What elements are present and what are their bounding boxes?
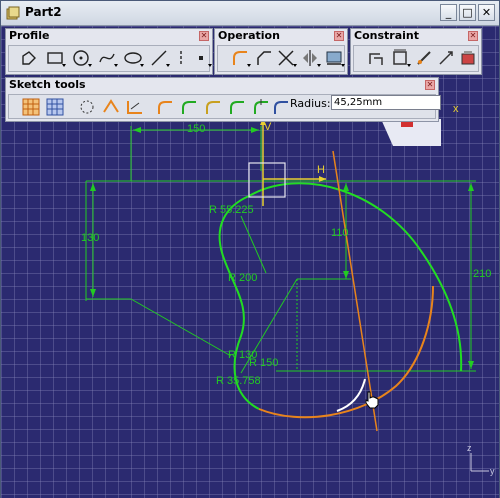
dimensional-constraints-icon bbox=[127, 101, 142, 114]
toolbar-close-button[interactable]: ✕ bbox=[334, 31, 344, 41]
corner-tool[interactable] bbox=[230, 48, 251, 68]
ellipse-tool[interactable] bbox=[123, 48, 144, 68]
constraint-tool[interactable] bbox=[390, 48, 411, 68]
animate-constraint-tool[interactable] bbox=[436, 48, 456, 68]
fillet-arc bbox=[258, 285, 434, 419]
no-trim-option[interactable] bbox=[203, 97, 223, 117]
profile-icon bbox=[22, 51, 36, 65]
dim-label: 210 bbox=[473, 268, 491, 280]
sketch-tools-toolbar: Sketch tools ✕ Radius: bbox=[5, 77, 441, 122]
line-tool[interactable] bbox=[149, 48, 170, 68]
geometric-constraints-icon bbox=[103, 99, 119, 113]
constraint-dialog-icon bbox=[369, 53, 383, 65]
profile-tool[interactable] bbox=[19, 48, 39, 68]
auto-constraint-tool[interactable] bbox=[414, 48, 434, 68]
profile-toolbar: Profile ✕ bbox=[5, 28, 213, 75]
snap-grid-icon bbox=[46, 98, 64, 116]
window-title: Part2 bbox=[25, 5, 62, 19]
trim-all-option[interactable] bbox=[155, 97, 175, 117]
origin-box bbox=[248, 162, 286, 198]
spline-tool[interactable] bbox=[97, 48, 118, 68]
corner-construction-nontrim-icon bbox=[274, 101, 288, 114]
marker-x: x bbox=[453, 103, 459, 115]
profile-arc bbox=[248, 182, 463, 372]
axis-tool[interactable] bbox=[171, 48, 191, 68]
radius-line bbox=[130, 298, 232, 357]
hand-cursor-icon bbox=[365, 391, 379, 409]
axis-label-h: H bbox=[317, 164, 325, 176]
corner-no-trim-icon bbox=[206, 101, 220, 114]
rectangle-tool[interactable] bbox=[45, 48, 66, 68]
toolbar-title: Sketch tools bbox=[9, 78, 86, 91]
dimensional-constraints-tool[interactable] bbox=[125, 97, 145, 117]
circle-tool[interactable] bbox=[71, 48, 92, 68]
toolbar-title: Operation bbox=[218, 29, 280, 42]
construction-element-tool[interactable] bbox=[77, 97, 97, 117]
application-window: Part2 _ □ ✕ 150 130 110 210 R 55.225 R 2… bbox=[0, 0, 500, 498]
trim-first-option[interactable] bbox=[179, 97, 199, 117]
minimize-button[interactable]: _ bbox=[440, 4, 457, 21]
maximize-button[interactable]: □ bbox=[459, 4, 476, 21]
snap-to-point-tool[interactable] bbox=[45, 97, 65, 117]
axis-icon bbox=[180, 51, 182, 65]
axis-label-v: V bbox=[264, 121, 272, 133]
trim-tool[interactable] bbox=[276, 48, 297, 68]
dim-label: R 150 bbox=[249, 357, 278, 369]
corner-standard-icon bbox=[230, 101, 244, 114]
triad-z-label: z bbox=[467, 443, 472, 453]
edit-multi-constraint-tool[interactable] bbox=[458, 48, 478, 68]
triad-y-label: y bbox=[490, 466, 495, 476]
dim-label: R 200 bbox=[228, 272, 257, 284]
toolbar-title: Profile bbox=[9, 29, 50, 42]
corner-trim-icon bbox=[158, 101, 172, 114]
constraint-dialog-tool[interactable] bbox=[366, 48, 386, 68]
toolbar-title: Constraint bbox=[354, 29, 419, 42]
edit-multi-constraint-icon bbox=[461, 51, 475, 65]
corner-construction-icon bbox=[254, 99, 268, 114]
chamfer-icon bbox=[257, 51, 271, 65]
radius-input[interactable] bbox=[331, 95, 441, 110]
chamfer-tool[interactable] bbox=[254, 48, 274, 68]
project-tool[interactable] bbox=[324, 48, 345, 68]
construction-lines-nontrim-option[interactable] bbox=[271, 97, 291, 117]
toolbar-close-button[interactable]: ✕ bbox=[199, 31, 209, 41]
grid-tool[interactable] bbox=[21, 97, 41, 117]
radius-label: Radius: bbox=[290, 97, 331, 110]
close-button[interactable]: ✕ bbox=[478, 4, 495, 21]
grid-icon bbox=[22, 98, 40, 116]
toolbar-close-button[interactable]: ✕ bbox=[468, 31, 478, 41]
dim-label: 110 bbox=[331, 227, 349, 239]
operation-toolbar: Operation ✕ bbox=[214, 28, 348, 75]
dim-label: 150 bbox=[187, 123, 205, 135]
constraint-toolbar: Constraint ✕ bbox=[350, 28, 482, 75]
geometric-constraints-tool[interactable] bbox=[101, 97, 121, 117]
radius-line bbox=[240, 215, 267, 274]
title-bar: Part2 _ □ ✕ bbox=[1, 1, 499, 26]
construction-icon bbox=[80, 100, 94, 114]
dim-label: R 55.225 bbox=[209, 204, 254, 216]
corner-trim-first-icon bbox=[182, 101, 196, 114]
point-tool[interactable] bbox=[191, 48, 212, 68]
animate-constraint-icon bbox=[439, 51, 453, 65]
compass-triad bbox=[470, 453, 489, 472]
standard-lines-option[interactable] bbox=[227, 97, 247, 117]
toolbar-close-button[interactable]: ✕ bbox=[425, 80, 435, 90]
mirror-tool[interactable] bbox=[300, 48, 321, 68]
construction-lines-option[interactable] bbox=[251, 97, 271, 117]
dim-label: R 35.758 bbox=[216, 375, 261, 387]
catia-part-icon bbox=[6, 6, 20, 20]
auto-constraint-icon bbox=[417, 51, 431, 65]
dim-label: 130 bbox=[81, 232, 99, 244]
